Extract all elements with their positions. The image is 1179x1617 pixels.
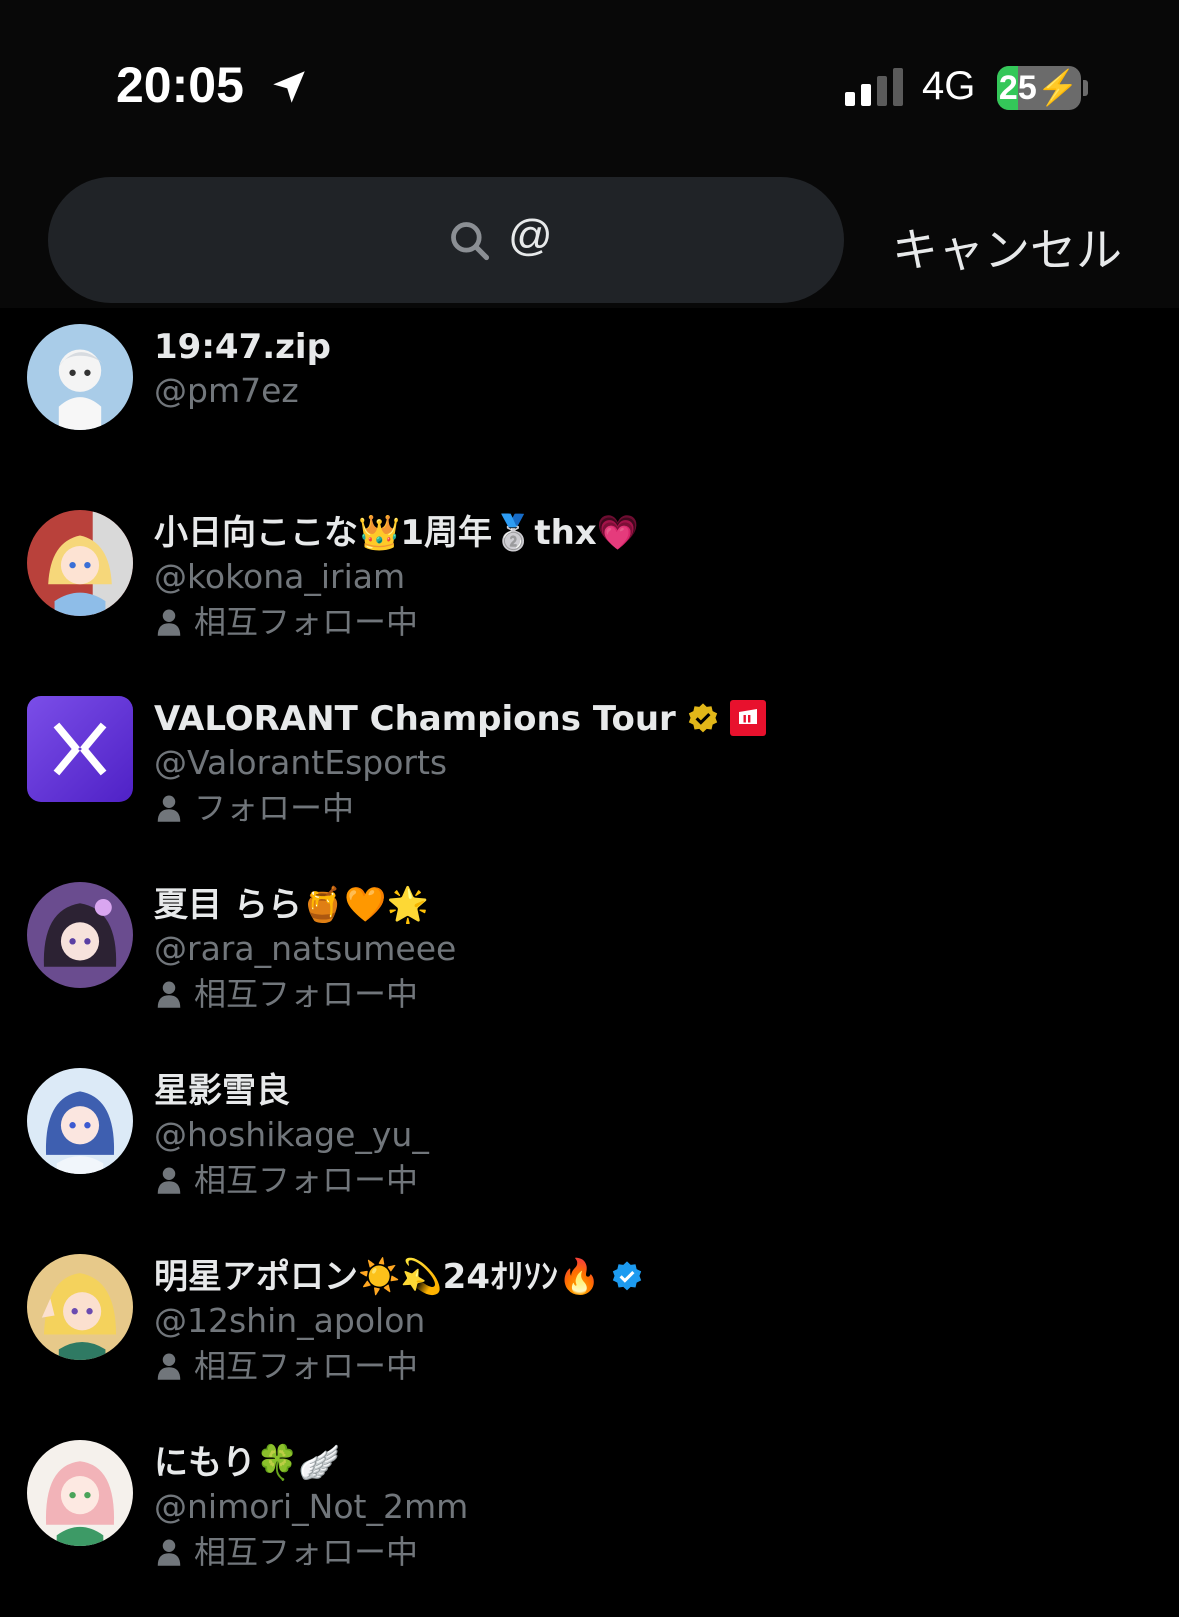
display-name: 小日向ここな👑1周年🥈thx💗: [154, 513, 640, 553]
status-time: 20:05: [116, 57, 244, 113]
avatar[interactable]: [27, 1440, 133, 1546]
list-item[interactable]: 夏目 らら🍯🧡🌟 @rara_natsumeee 相互フォロー中: [0, 866, 1179, 1052]
blue-verified-icon: [613, 1261, 642, 1291]
user-handle: @nimori_Not_2mm: [154, 1487, 469, 1526]
person-icon: [157, 981, 181, 1008]
battery-level: 25⚡: [998, 69, 1080, 107]
follow-status-label: フォロー中: [194, 789, 355, 827]
person-icon: [157, 1539, 181, 1566]
avatar[interactable]: [27, 510, 133, 616]
avatar[interactable]: [27, 696, 133, 802]
follow-status-label: 相互フォロー中: [194, 1533, 419, 1571]
avatar[interactable]: [27, 1254, 133, 1360]
list-item[interactable]: 星影雪良 @hoshikage_yu_ 相互フォロー中: [0, 1052, 1179, 1238]
user-handle: @rara_natsumeee: [154, 929, 457, 968]
follow-status: 相互フォロー中: [154, 1346, 418, 1386]
person-icon: [157, 1167, 181, 1194]
vct-logo-icon: [27, 696, 133, 802]
display-name-text: VALORANT Champions Tour: [154, 699, 676, 739]
search-box[interactable]: [48, 177, 844, 303]
battery-indicator: 25⚡: [997, 66, 1081, 110]
person-icon: [157, 795, 181, 822]
avatar-image: [27, 1440, 133, 1546]
avatar[interactable]: [27, 882, 133, 988]
follow-status: 相互フォロー中: [154, 974, 418, 1014]
battery-tip: [1083, 80, 1088, 96]
network-type: 4G: [922, 64, 976, 108]
user-handle: @12shin_apolon: [154, 1301, 426, 1340]
display-name: 夏目 らら🍯🧡🌟: [154, 885, 429, 925]
riot-affiliate-icon: [729, 700, 766, 736]
user-handle: @kokona_iriam: [154, 557, 406, 596]
follow-status-label: 相互フォロー中: [194, 603, 419, 641]
avatar-image: [27, 882, 133, 988]
display-name: 明星アポロン☀️💫24ｵﾘｿﾝ🔥: [154, 1256, 644, 1298]
user-handle: @hoshikage_yu_: [154, 1115, 429, 1154]
display-name: VALORANT Champions Tour: [154, 698, 766, 740]
avatar[interactable]: [27, 1068, 133, 1174]
follow-status: 相互フォロー中: [154, 1532, 418, 1572]
user-handle: @pm7ez: [154, 371, 299, 410]
list-item[interactable]: 明星アポロン☀️💫24ｵﾘｿﾝ🔥 @12shin_apolon 相互フォロー中: [0, 1238, 1179, 1424]
location-arrow-icon: [273, 71, 305, 103]
avatar-image: [27, 1254, 133, 1360]
follow-status: フォロー中: [154, 788, 354, 828]
cancel-button[interactable]: キャンセル: [892, 214, 1122, 280]
list-item[interactable]: 小日向ここな👑1周年🥈thx💗 @kokona_iriam 相互フォロー中: [0, 494, 1179, 680]
cellular-signal-icon: [845, 68, 903, 106]
search-header: キャンセル: [0, 160, 1179, 308]
list-item[interactable]: 19:47.zip @pm7ez: [0, 308, 1179, 494]
gold-verified-icon: [688, 703, 717, 733]
follow-status-label: 相互フォロー中: [194, 975, 419, 1013]
list-item[interactable]: VALORANT Champions Tour @ValorantEsports…: [0, 680, 1179, 866]
follow-status-label: 相互フォロー中: [194, 1161, 419, 1199]
person-icon: [157, 609, 181, 636]
display-name: 19:47.zip: [154, 327, 331, 367]
person-icon: [157, 1353, 181, 1380]
user-handle: @ValorantEsports: [154, 743, 448, 782]
search-icon: [451, 222, 490, 261]
avatar-image: [27, 1068, 133, 1174]
follow-status-label: 相互フォロー中: [194, 1347, 419, 1385]
display-name: 星影雪良: [154, 1071, 290, 1111]
list-item[interactable]: にもり🍀🪽 @nimori_Not_2mm 相互フォロー中: [0, 1424, 1179, 1610]
search-input[interactable]: [508, 211, 808, 261]
follow-status: 相互フォロー中: [154, 602, 418, 642]
display-name: にもり🍀🪽: [154, 1443, 341, 1483]
avatar-image: [27, 324, 133, 430]
display-name-text: 明星アポロン☀️💫24ｵﾘｿﾝ🔥: [154, 1257, 601, 1297]
follow-status: 相互フォロー中: [154, 1160, 418, 1200]
status-bar: 20:05 4G 25⚡: [0, 0, 1179, 160]
avatar-image: [27, 510, 133, 616]
avatar[interactable]: [27, 324, 133, 430]
